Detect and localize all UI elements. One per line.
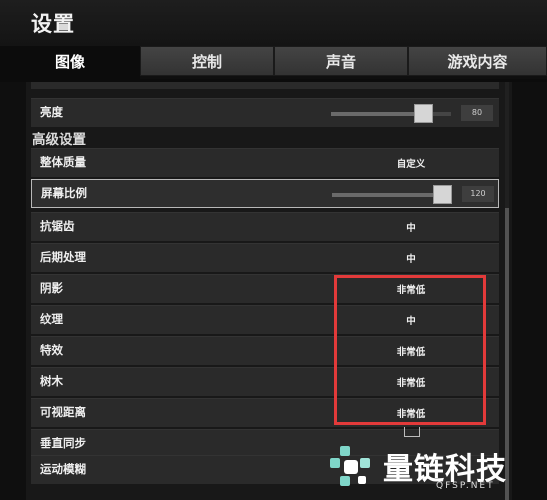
setting-label: 纹理 [40, 312, 63, 326]
setting-label: 屏幕比例 [41, 186, 87, 200]
brightness-slider[interactable] [331, 104, 451, 123]
vsync-checkbox[interactable] [404, 427, 420, 437]
setting-label: 树木 [40, 374, 63, 388]
setting-label: 特效 [40, 343, 63, 357]
settings-row-brightness[interactable]: 亮度 80 [31, 98, 499, 127]
screen-scale-slider-thumb[interactable] [433, 185, 452, 204]
setting-label: 整体质量 [40, 155, 86, 169]
window-title: 设置 [31, 12, 75, 36]
title-bar: 设置 [0, 0, 547, 46]
scrollbar[interactable] [505, 82, 509, 500]
setting-label: 运动模糊 [40, 462, 86, 476]
brightness-slider-fill [331, 112, 414, 116]
settings-row-overall-quality[interactable]: 整体质量 自定义 [31, 148, 499, 177]
brightness-value: 80 [461, 105, 493, 121]
tab-bar: 图像 控制 声音 游戏内容 [0, 46, 547, 79]
watermark-subtext: QFSP.NET [436, 481, 495, 491]
watermark: 量链科技 QFSP.NET [328, 440, 547, 500]
settings-row-anti-aliasing[interactable]: 抗锯齿 中 [31, 212, 499, 241]
tab-controls[interactable]: 控制 [140, 46, 274, 76]
section-title-advanced: 高级设置 [32, 132, 86, 148]
setting-label: 抗锯齿 [40, 219, 75, 233]
tab-graphics[interactable]: 图像 [0, 46, 140, 79]
screen-scale-slider[interactable] [332, 185, 452, 204]
setting-value[interactable]: 中 [361, 220, 461, 234]
screen-scale-value: 120 [462, 186, 494, 202]
screen-scale-slider-fill [332, 193, 433, 197]
settings-row-screen-scale[interactable]: 屏幕比例 120 [31, 179, 499, 208]
settings-row-hidden [31, 82, 499, 89]
highlight-annotation-box [334, 275, 486, 425]
brightness-slider-thumb[interactable] [414, 104, 433, 123]
setting-label: 垂直同步 [40, 436, 86, 450]
setting-label: 阴影 [40, 281, 63, 295]
tab-audio[interactable]: 声音 [274, 46, 408, 76]
tab-gameplay[interactable]: 游戏内容 [408, 46, 547, 76]
setting-label: 可视距离 [40, 405, 86, 419]
setting-label: 后期处理 [40, 250, 86, 264]
setting-value[interactable]: 中 [361, 251, 461, 265]
setting-value[interactable]: 自定义 [361, 156, 461, 170]
settings-row-post-processing[interactable]: 后期处理 中 [31, 243, 499, 272]
brightness-label: 亮度 [40, 105, 63, 119]
watermark-logo-icon [330, 446, 370, 486]
